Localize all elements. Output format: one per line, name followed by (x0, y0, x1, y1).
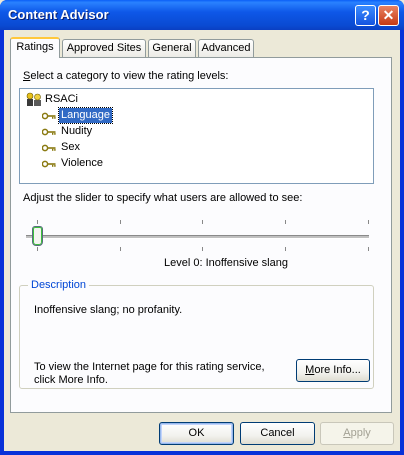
title-bar[interactable]: Content Advisor ? ✕ (0, 0, 404, 30)
slider-tick (120, 220, 121, 224)
description-text: Inoffensive slang; no profanity. (34, 304, 183, 316)
slider-tick (202, 220, 203, 224)
category-tree[interactable]: RSACi Language Nudity Sex Violence (19, 88, 374, 184)
apply-button[interactable]: Apply (320, 422, 394, 445)
tab-label: Advanced (201, 42, 251, 54)
window-title: Content Advisor (8, 7, 109, 22)
key-icon (42, 128, 56, 136)
key-icon (42, 112, 56, 120)
ok-button[interactable]: OK (159, 422, 234, 445)
slider-tick (285, 247, 286, 251)
info-text-line2: click More Info. (34, 374, 108, 386)
tab-general[interactable]: General (148, 39, 196, 57)
tab-advanced[interactable]: Advanced (198, 39, 254, 57)
content-advisor-window: Content Advisor ? ✕ Ratings Approved Sit… (0, 0, 404, 455)
tree-item-label: Sex (61, 141, 80, 153)
slider-tick (368, 220, 369, 224)
slider-track[interactable] (26, 235, 369, 239)
slider-tick (37, 220, 38, 224)
tree-item-label: Language (58, 107, 113, 124)
category-prompt: Select a category to view the rating lev… (23, 70, 229, 82)
tree-item-label: Nudity (61, 125, 93, 137)
tab-label: Ratings (16, 41, 54, 53)
dialog-body: Ratings Approved Sites General Advanced … (4, 30, 400, 451)
slider-prompt: Adjust the slider to specify what users … (23, 192, 303, 204)
tab-label: Approved Sites (66, 42, 142, 54)
cancel-button[interactable]: Cancel (240, 422, 315, 445)
slider-tick (202, 247, 203, 251)
description-legend: Description (28, 279, 90, 291)
slider-tick (120, 247, 121, 251)
tree-root-label: RSACi (45, 93, 79, 105)
slider-tick (285, 220, 286, 224)
tab-approved-sites[interactable]: Approved Sites (62, 39, 146, 57)
key-icon (42, 144, 56, 152)
slider-tick (37, 247, 38, 251)
more-info-button[interactable]: More Info... (296, 359, 370, 382)
tab-ratings[interactable]: Ratings (10, 37, 60, 58)
tab-label: General (152, 42, 192, 54)
tree-item-label: Violence (61, 157, 103, 169)
info-text-line1: To view the Internet page for this ratin… (34, 361, 265, 373)
level-text: Level 0: Inoffensive slang (164, 257, 288, 269)
slider-tick (368, 247, 369, 251)
rating-slider-thumb[interactable] (32, 226, 43, 246)
close-button[interactable]: ✕ (378, 5, 399, 26)
people-icon (26, 92, 41, 106)
help-button[interactable]: ? (355, 5, 376, 26)
key-icon (42, 160, 56, 168)
